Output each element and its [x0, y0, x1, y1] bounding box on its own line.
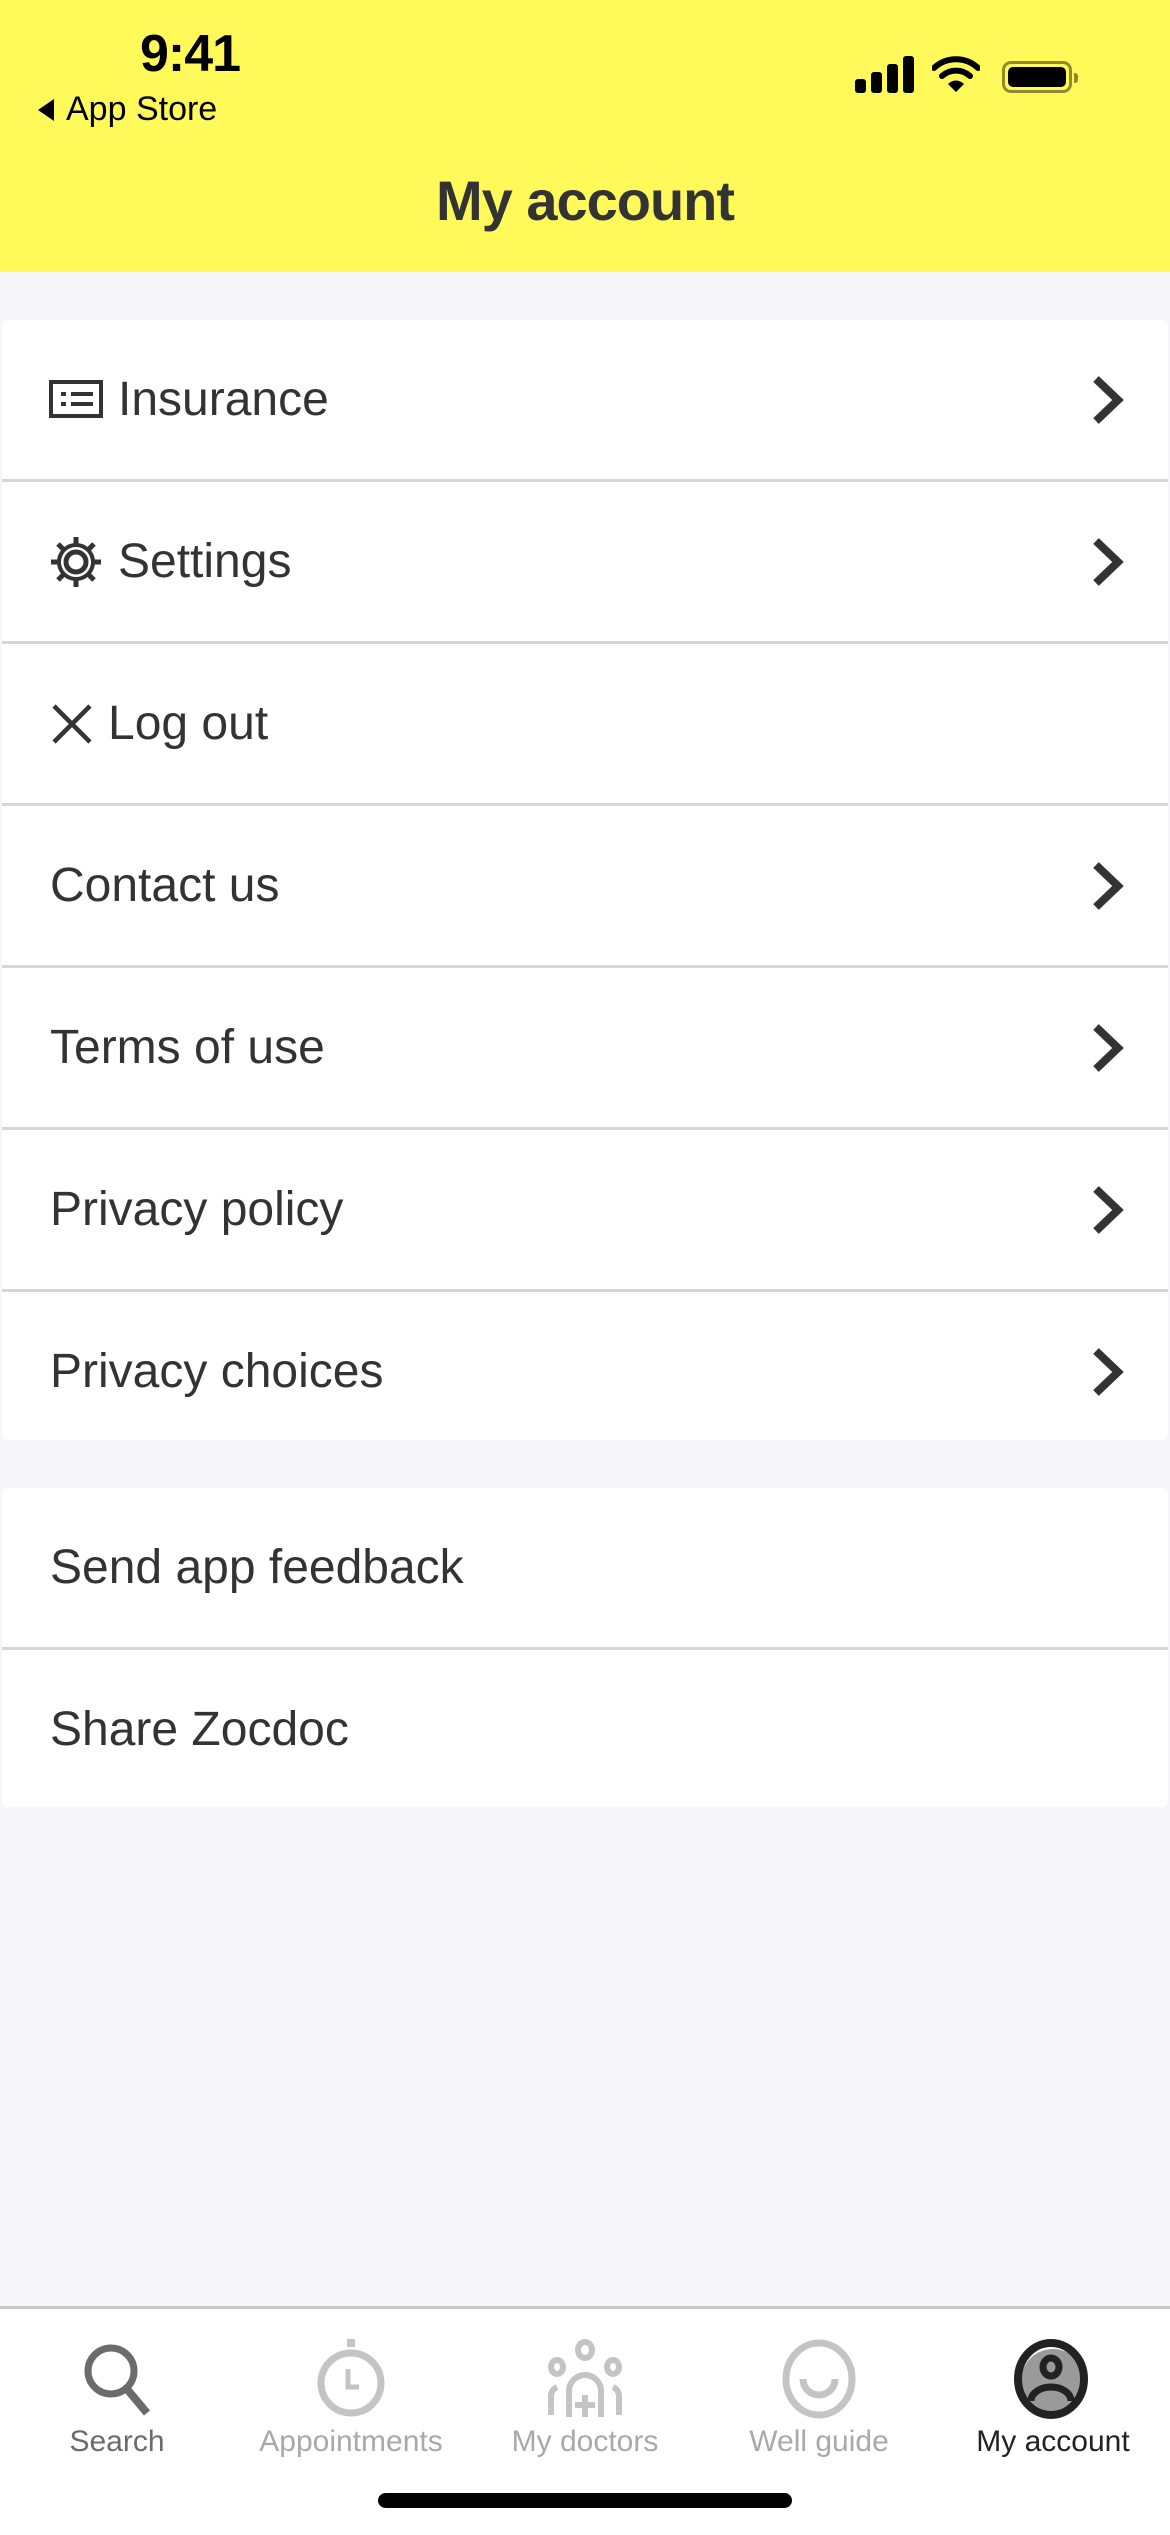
menu-item-send-app-feedback[interactable]: Send app feedback: [2, 1488, 1168, 1647]
menu-item-label: Privacy choices: [50, 1345, 384, 1398]
back-app-label: App Store: [66, 90, 218, 128]
chevron-right-icon: [1093, 375, 1124, 424]
insurance-card-icon: [48, 372, 104, 428]
account-menu-secondary: Send app feedback Share Zocdoc: [2, 1488, 1168, 1807]
menu-item-share-zocdoc[interactable]: Share Zocdoc: [2, 1647, 1168, 1809]
menu-item-label: Privacy policy: [50, 1183, 344, 1236]
account-menu-primary: Insurance Settings Log out Contact us Te…: [2, 320, 1168, 1440]
back-triangle-icon: [38, 98, 54, 121]
tab-search[interactable]: Search: [0, 2339, 234, 2459]
menu-item-insurance[interactable]: Insurance: [2, 320, 1168, 479]
wifi-icon: [932, 56, 980, 92]
tab-appointments[interactable]: Appointments: [234, 2339, 468, 2459]
gear-icon: [48, 534, 104, 590]
menu-item-label: Log out: [108, 697, 269, 750]
menu-item-settings[interactable]: Settings: [2, 479, 1168, 641]
close-icon: [50, 696, 94, 752]
cellular-signal-icon: [855, 55, 914, 93]
chevron-right-icon: [1093, 1023, 1124, 1072]
menu-item-label: Insurance: [118, 373, 329, 426]
stopwatch-icon: [317, 2339, 385, 2417]
home-indicator: [378, 2493, 792, 2508]
menu-item-label: Settings: [118, 535, 292, 588]
tab-label: My doctors: [511, 2425, 659, 2458]
chevron-right-icon: [1093, 1185, 1124, 1234]
tab-label: Well guide: [749, 2425, 889, 2458]
status-icons: [855, 55, 1078, 93]
tab-well-guide[interactable]: Well guide: [702, 2339, 936, 2459]
back-to-app-store-link[interactable]: App Store: [38, 90, 217, 129]
menu-item-contact-us[interactable]: Contact us: [2, 803, 1168, 965]
page-title: My account: [435, 169, 735, 232]
menu-item-privacy-choices[interactable]: Privacy choices: [2, 1289, 1168, 1451]
chevron-right-icon: [1093, 1347, 1124, 1396]
chevron-right-icon: [1093, 537, 1124, 586]
doctors-group-icon: [548, 2339, 622, 2417]
tab-my-account[interactable]: My account: [936, 2339, 1170, 2459]
smile-icon: [782, 2339, 856, 2419]
menu-item-label: Terms of use: [50, 1021, 325, 1074]
battery-icon: [1002, 61, 1078, 93]
menu-item-terms-of-use[interactable]: Terms of use: [2, 965, 1168, 1127]
menu-item-log-out[interactable]: Log out: [2, 641, 1168, 803]
menu-item-label: Share Zocdoc: [50, 1703, 349, 1756]
app-header: 9:41 App Store My account: [0, 0, 1170, 272]
tab-my-doctors[interactable]: My doctors: [468, 2339, 702, 2459]
menu-item-label: Contact us: [50, 859, 280, 912]
user-avatar-icon: [1014, 2339, 1088, 2419]
status-time: 9:41: [140, 25, 241, 83]
tab-label: Search: [69, 2425, 165, 2458]
menu-item-label: Send app feedback: [50, 1541, 464, 1594]
tab-label: Appointments: [259, 2425, 443, 2458]
tab-label: My account: [976, 2425, 1130, 2458]
search-icon: [84, 2344, 151, 2416]
menu-item-privacy-policy[interactable]: Privacy policy: [2, 1127, 1168, 1289]
chevron-right-icon: [1093, 861, 1124, 910]
